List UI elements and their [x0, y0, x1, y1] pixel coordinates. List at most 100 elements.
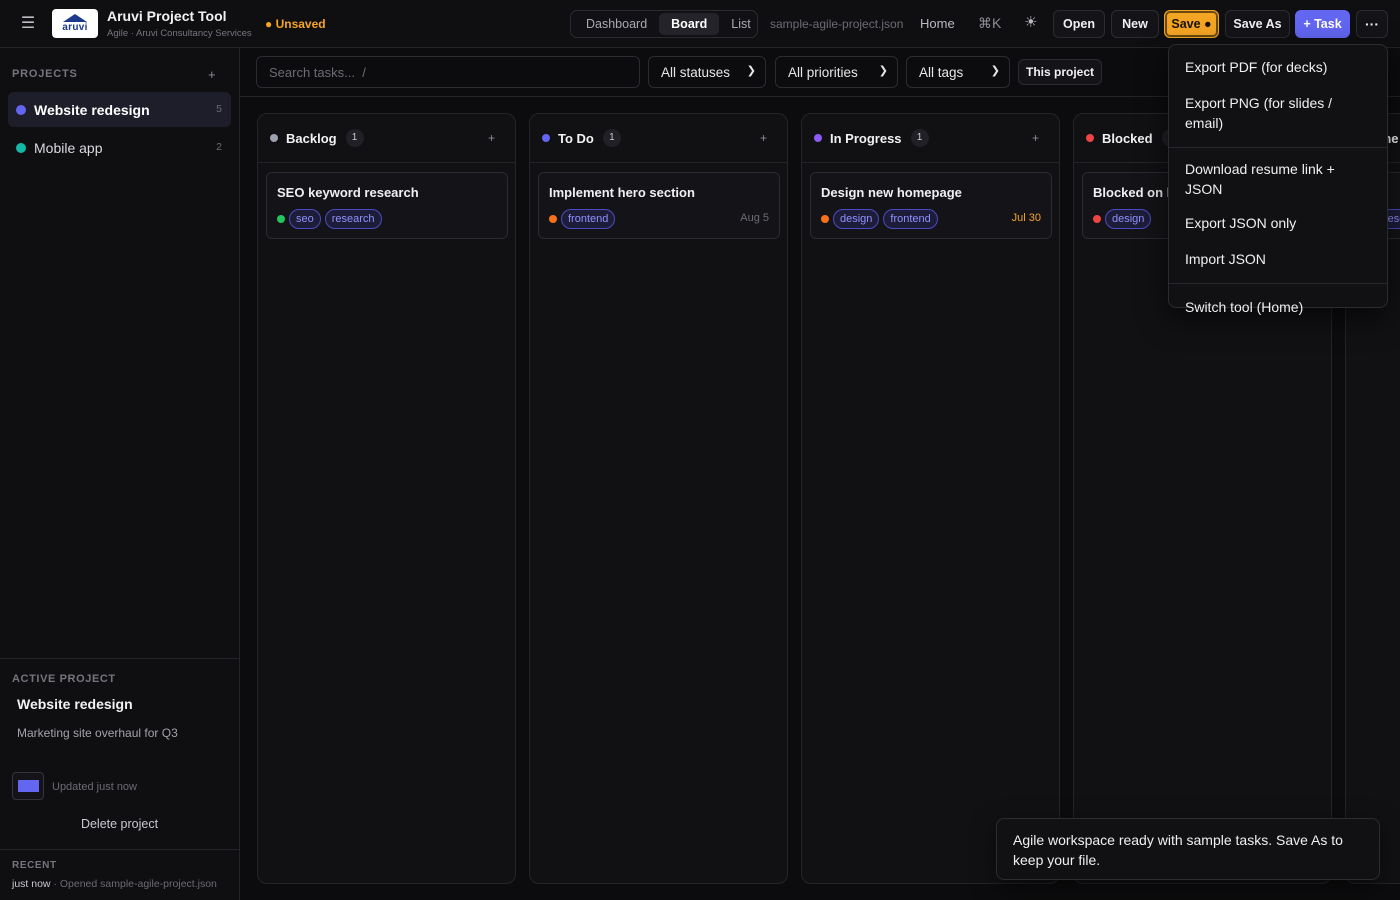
column-status-dot	[1086, 134, 1094, 142]
column-count-badge: 1	[345, 129, 364, 147]
column-title: Blocked	[1102, 130, 1153, 146]
sidebar-divider	[0, 658, 239, 659]
menu-item-export-json[interactable]: Export JSON only	[1169, 205, 1387, 241]
chevron-down-icon: ❯	[878, 65, 888, 77]
menu-item-download-resume-link[interactable]: Download resume link + JSON	[1169, 152, 1359, 205]
tab-list[interactable]: List	[719, 13, 762, 35]
project-task-count: 2	[216, 141, 222, 153]
save-as-button[interactable]: Save As	[1225, 10, 1290, 38]
sidebar-divider	[0, 849, 239, 850]
new-button[interactable]: New	[1111, 10, 1159, 38]
project-color-picker[interactable]	[12, 772, 44, 800]
column-add-task-button[interactable]: +	[1032, 131, 1039, 145]
priority-dot	[549, 215, 557, 223]
project-color-dot	[16, 142, 26, 153]
projects-heading: PROJECTS	[12, 68, 78, 80]
column-title: In Progress	[830, 130, 902, 146]
task-card[interactable]: Implement hero section frontend Aug 5	[538, 172, 780, 239]
column-count-badge: 1	[910, 129, 929, 147]
current-filename: sample-agile-project.json	[770, 17, 904, 31]
app-title: Aruvi Project Tool	[107, 8, 227, 24]
recent-heading: RECENT	[12, 860, 57, 871]
board-column-in-progress: In Progress 1 + Design new homepage desi…	[801, 113, 1060, 884]
save-button[interactable]: Save ●	[1164, 10, 1219, 38]
column-status-dot	[270, 134, 278, 142]
column-add-task-button[interactable]: +	[760, 131, 767, 145]
menu-item-import-json[interactable]: Import JSON	[1169, 241, 1387, 279]
more-menu-button[interactable]: ···	[1356, 10, 1388, 38]
menu-item-export-png[interactable]: Export PNG (for slides / email)	[1169, 85, 1387, 143]
menu-separator	[1169, 283, 1387, 284]
board-column-backlog: Backlog 1 + SEO keyword research seo res…	[257, 113, 516, 884]
recent-time: just now	[12, 878, 51, 890]
project-updated-text: Updated just now	[52, 781, 137, 793]
priority-filter-select[interactable]: All priorities ❯	[775, 56, 898, 88]
task-title: Blocked on b	[1093, 185, 1175, 200]
logo-roof-shape	[63, 14, 87, 22]
tag-chip: frontend	[561, 209, 616, 229]
sidebar-item-mobile-app[interactable]: Mobile app 2	[8, 130, 231, 165]
status-filter-value: All statuses	[661, 64, 731, 80]
logo-text: aruvi	[62, 22, 88, 33]
task-meta: frontend	[549, 209, 619, 229]
column-status-dot	[542, 134, 550, 142]
menu-item-export-pdf[interactable]: Export PDF (for decks)	[1169, 49, 1387, 85]
board-column-todo: To Do 1 + Implement hero section fronten…	[529, 113, 788, 884]
recent-text: Opened sample-agile-project.json	[59, 878, 217, 890]
tag-chip: design	[833, 209, 880, 229]
sidebar-item-website-redesign[interactable]: Website redesign 5	[8, 92, 231, 127]
tags-filter-select[interactable]: All tags ❯	[906, 56, 1010, 88]
unsaved-indicator: ● Unsaved	[265, 17, 326, 31]
tags-filter-value: All tags	[919, 64, 964, 80]
tag-chip: design	[1105, 209, 1152, 229]
priority-filter-value: All priorities	[788, 64, 858, 80]
column-header: Backlog 1 +	[258, 114, 515, 163]
open-button[interactable]: Open	[1053, 10, 1105, 38]
search-input[interactable]	[256, 56, 640, 88]
task-due-date: Aug 5	[740, 212, 769, 224]
add-task-button[interactable]: + Task	[1295, 10, 1350, 38]
this-project-toggle[interactable]: This project	[1018, 59, 1102, 85]
menu-separator	[1169, 147, 1387, 148]
column-add-task-button[interactable]: +	[488, 131, 495, 145]
task-card[interactable]: SEO keyword research seo research	[266, 172, 508, 239]
aruvi-logo: aruvi	[52, 9, 98, 38]
tab-board[interactable]: Board	[659, 13, 720, 35]
hamburger-icon[interactable]: ☰	[20, 14, 36, 34]
chevron-down-icon: ❯	[990, 65, 1000, 77]
column-title: Backlog	[286, 130, 337, 146]
status-filter-select[interactable]: All statuses ❯	[648, 56, 766, 88]
theme-toggle-sun-icon[interactable]: ☀	[1024, 13, 1037, 31]
project-name: Website redesign	[34, 101, 150, 118]
active-project-heading: ACTIVE PROJECT	[12, 673, 116, 685]
recent-activity-item: just now · Opened sample-agile-project.j…	[12, 878, 217, 890]
delete-project-button[interactable]: Delete project	[0, 817, 239, 831]
tab-dashboard[interactable]: Dashboard	[574, 13, 659, 35]
menu-item-switch-tool[interactable]: Switch tool (Home)	[1169, 288, 1387, 325]
task-card[interactable]: Design new homepage design frontend Jul …	[810, 172, 1052, 239]
task-meta: seo research	[277, 209, 386, 229]
column-title: To Do	[558, 130, 594, 146]
chevron-down-icon: ❯	[746, 65, 756, 77]
project-task-count: 5	[216, 103, 222, 115]
priority-dot	[1093, 215, 1101, 223]
top-bar: ☰ aruvi Aruvi Project Tool Agile · Aruvi…	[0, 0, 1400, 48]
active-project-description[interactable]: Marketing site overhaul for Q3	[17, 726, 178, 740]
home-link[interactable]: Home	[920, 16, 955, 31]
command-palette-shortcut[interactable]: ⌘K	[978, 15, 1001, 32]
column-header: To Do 1 +	[530, 114, 787, 163]
priority-dot	[277, 215, 285, 223]
task-meta: design	[1093, 209, 1155, 229]
view-tabs: Dashboard Board List	[570, 10, 758, 38]
tag-chip: seo	[289, 209, 321, 229]
project-name: Mobile app	[34, 139, 103, 156]
active-project-name[interactable]: Website redesign	[17, 696, 133, 712]
project-color-swatch	[18, 780, 39, 792]
project-color-dot	[16, 104, 26, 115]
add-project-button[interactable]: +	[208, 67, 216, 82]
more-menu-dropdown: Export PDF (for decks) Export PNG (for s…	[1168, 44, 1388, 315]
task-due-date: Jul 30	[1011, 212, 1041, 224]
task-title: Design new homepage	[821, 185, 962, 200]
tag-chip: research	[324, 209, 382, 229]
tag-chip: frontend	[883, 209, 938, 229]
